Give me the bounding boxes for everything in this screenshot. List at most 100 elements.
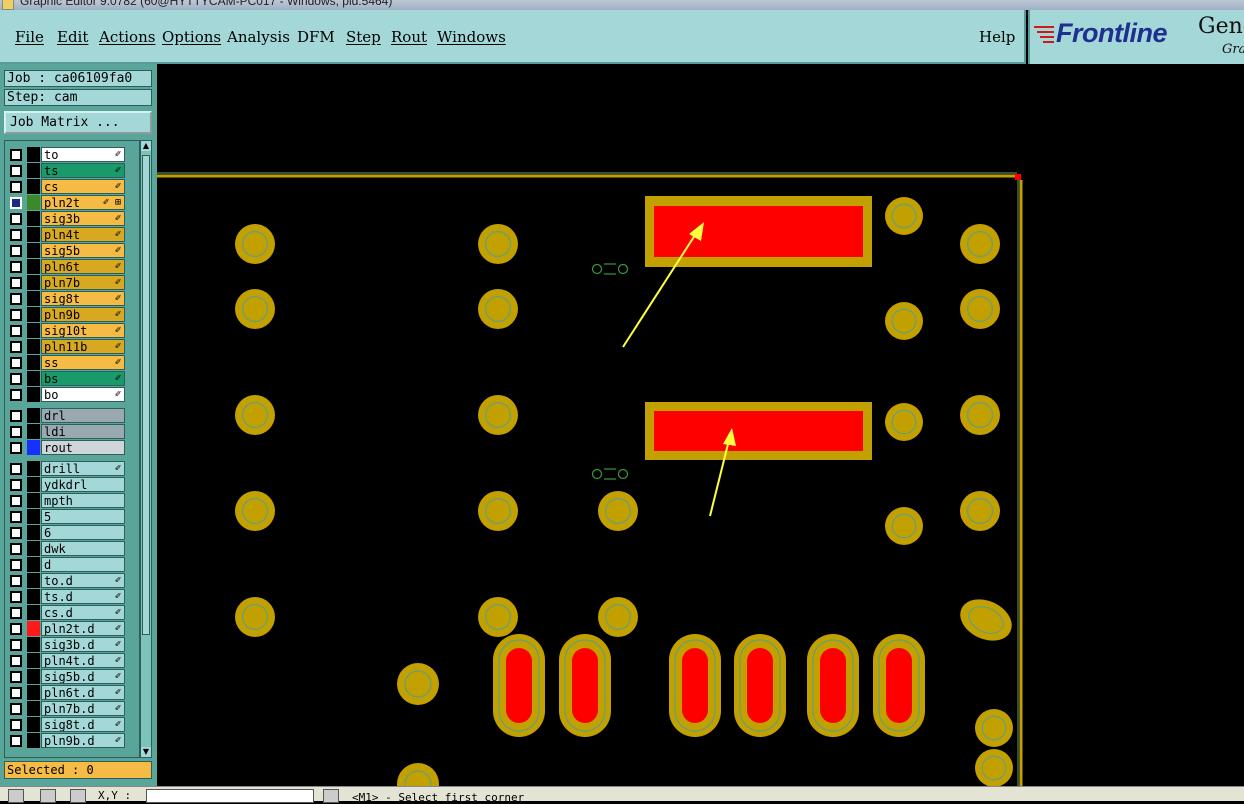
layer-name[interactable]: sig3b.d ✐ [41,637,125,652]
layer-row-to[interactable]: to ✐ [7,147,131,162]
layer-color-swatch[interactable] [27,291,40,306]
layer-color-swatch[interactable] [27,525,40,540]
layer-row-ldi[interactable]: ldi [7,424,131,439]
menu-edit[interactable]: Edit [57,28,88,46]
layer-row-ydkdrl[interactable]: ydkdrl [7,477,131,492]
layer-name[interactable]: drl [41,408,125,423]
layer-checkbox[interactable] [10,309,22,321]
layer-checkbox[interactable] [10,463,22,475]
xy-input[interactable] [146,789,314,803]
layer-checkbox[interactable] [10,213,22,225]
layer-color-swatch[interactable] [27,179,40,194]
layer-row-drl[interactable]: drl [7,408,131,423]
layer-name[interactable]: pln11b ✐ [41,339,125,354]
layer-name[interactable]: pln2t.d ✐ [41,621,125,636]
layer-name[interactable]: rout [41,440,125,455]
layer-name[interactable]: d [41,557,125,572]
layer-row-pln4t-d[interactable]: pln4t.d ✐ [7,653,131,668]
layer-color-swatch[interactable] [27,227,40,242]
layer-checkbox[interactable] [10,655,22,667]
layer-color-swatch[interactable] [27,424,40,439]
menu-rout[interactable]: Rout [391,28,427,46]
layer-color-swatch[interactable] [27,637,40,652]
layer-row-sig10t[interactable]: sig10t ✐ [7,323,131,338]
layer-color-swatch[interactable] [27,243,40,258]
layer-color-swatch[interactable] [27,408,40,423]
layer-color-swatch[interactable] [27,195,40,210]
scroll-up-icon[interactable]: ▲ [141,141,151,151]
layer-checkbox[interactable] [10,623,22,635]
layer-color-swatch[interactable] [27,371,40,386]
layer-name[interactable]: bs ✐ [41,371,125,386]
layer-row-bs[interactable]: bs ✐ [7,371,131,386]
layer-row-ts-d[interactable]: ts.d ✐ [7,589,131,604]
layer-color-swatch[interactable] [27,147,40,162]
layer-name[interactable]: pln7b.d ✐ [41,701,125,716]
layer-color-swatch[interactable] [27,573,40,588]
layer-checkbox[interactable] [10,671,22,683]
layer-color-swatch[interactable] [27,509,40,524]
layer-name[interactable]: ydkdrl [41,477,125,492]
layer-checkbox[interactable] [10,325,22,337]
layer-row-pln6t[interactable]: pln6t ✐ [7,259,131,274]
layer-row-pln6t-d[interactable]: pln6t.d ✐ [7,685,131,700]
layer-name[interactable]: pln4t.d ✐ [41,653,125,668]
layer-row-sig5b[interactable]: sig5b ✐ [7,243,131,258]
layer-name[interactable]: to.d ✐ [41,573,125,588]
layer-row-sig5b-d[interactable]: sig5b.d ✐ [7,669,131,684]
layer-name[interactable]: sig8t ✐ [41,291,125,306]
layer-row-5[interactable]: 5 [7,509,131,524]
layer-name[interactable]: pln9b.d ✐ [41,733,125,748]
layer-color-swatch[interactable] [27,211,40,226]
layer-color-swatch[interactable] [27,541,40,556]
layer-name[interactable]: sig5b.d ✐ [41,669,125,684]
layer-checkbox[interactable] [10,495,22,507]
menu-analysis[interactable]: Analysis [227,28,290,46]
layer-row-pln2t[interactable]: pln2t ✐ ⊞ [7,195,131,210]
menu-options[interactable]: Options [162,28,221,46]
layer-color-swatch[interactable] [27,355,40,370]
job-matrix-button[interactable]: Job Matrix ... [4,111,152,134]
layer-row-6[interactable]: 6 [7,525,131,540]
layer-color-swatch[interactable] [27,589,40,604]
layer-name[interactable]: pln6t.d ✐ [41,685,125,700]
layer-name[interactable]: dwk [41,541,125,556]
layer-checkbox[interactable] [10,245,22,257]
layer-row-mpth[interactable]: mpth [7,493,131,508]
layer-name[interactable]: cs ✐ [41,179,125,194]
layer-checkbox[interactable] [10,607,22,619]
layer-name[interactable]: sig10t ✐ [41,323,125,338]
layer-color-swatch[interactable] [27,653,40,668]
status-tool-2-icon[interactable] [40,789,56,803]
layer-name[interactable]: bo ✐ [41,387,125,402]
status-tool-4-icon[interactable] [323,789,339,803]
layer-color-swatch[interactable] [27,163,40,178]
status-tool-1-icon[interactable] [8,789,24,803]
menu-windows[interactable]: Windows [437,28,506,46]
layer-checkbox[interactable] [10,389,22,401]
layer-row-rout[interactable]: rout [7,440,131,455]
layer-name[interactable]: pln6t ✐ [41,259,125,274]
layer-color-swatch[interactable] [27,440,40,455]
layer-name[interactable]: ldi [41,424,125,439]
layer-color-swatch[interactable] [27,605,40,620]
layer-checkbox[interactable] [10,703,22,715]
layer-row-sig3b[interactable]: sig3b ✐ [7,211,131,226]
layer-checkbox[interactable] [10,410,22,422]
layer-checkbox[interactable] [10,149,22,161]
layer-row-dwk[interactable]: dwk [7,541,131,556]
layer-name[interactable]: mpth [41,493,125,508]
layer-checkbox[interactable] [10,591,22,603]
layer-checkbox[interactable] [10,293,22,305]
layer-name[interactable]: ss ✐ [41,355,125,370]
layer-name[interactable]: cs.d ✐ [41,605,125,620]
layer-color-swatch[interactable] [27,621,40,636]
layer-row-ts[interactable]: ts ✐ [7,163,131,178]
layer-checkbox[interactable] [10,719,22,731]
layer-name[interactable]: sig5b ✐ [41,243,125,258]
menu-actions[interactable]: Actions [99,28,155,46]
layer-row-sig8t[interactable]: sig8t ✐ [7,291,131,306]
layer-checkbox[interactable] [10,373,22,385]
menu-file[interactable]: File [15,28,44,46]
layer-checkbox[interactable] [10,559,22,571]
